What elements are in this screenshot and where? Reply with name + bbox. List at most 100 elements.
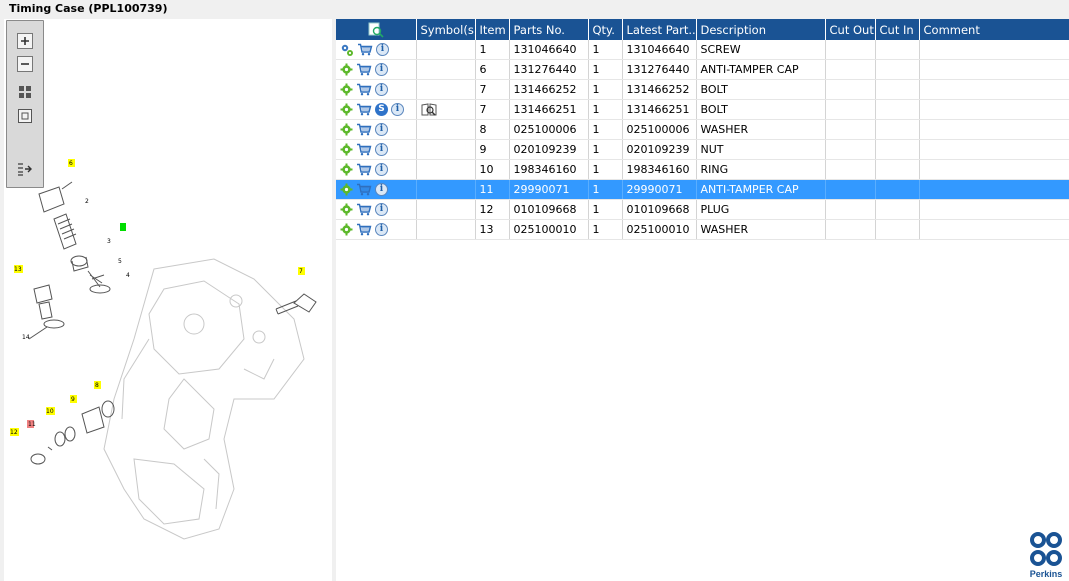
- column-header-latest-part[interactable]: Latest Part...: [622, 19, 697, 40]
- gear-icon[interactable]: [340, 203, 353, 216]
- actual-size-button[interactable]: [16, 107, 34, 125]
- latest-part-cell: 025100006: [622, 119, 697, 140]
- info-icon[interactable]: i: [376, 43, 389, 56]
- toggle-panel-button[interactable]: [16, 160, 34, 178]
- info-icon[interactable]: i: [375, 203, 388, 217]
- info-icon[interactable]: i: [391, 103, 404, 117]
- add-to-cart-icon[interactable]: [356, 143, 372, 156]
- table-row[interactable]: i 11 29990071 1 29990071 ANTI-TAMPER CAP: [336, 179, 1069, 200]
- fit-all-icon: [19, 86, 31, 98]
- gear-icon[interactable]: [340, 103, 353, 116]
- supersession-icon[interactable]: S: [375, 103, 388, 117]
- column-header-symbols[interactable]: Symbol(s): [416, 19, 476, 40]
- comment-cell: [919, 219, 1069, 240]
- parts-list-panel: Symbol(s) Item Parts No. Qty. Latest Par…: [336, 19, 1069, 581]
- item-cell: 12: [475, 199, 510, 220]
- zoom-out-button[interactable]: [16, 55, 34, 73]
- table-row[interactable]: i 13 025100010 1 025100010 WASHER: [336, 219, 1069, 240]
- gear-icon[interactable]: [340, 143, 353, 156]
- symbol-cell: [416, 79, 476, 100]
- info-icon[interactable]: i: [375, 63, 388, 77]
- part-number-cell: 131046640: [509, 40, 589, 60]
- cut-out-cell: [825, 119, 876, 140]
- part-number-cell: 020109239: [509, 139, 589, 160]
- column-header-qty[interactable]: Qty.: [588, 19, 623, 40]
- quantity-cell: 1: [588, 199, 623, 220]
- callout-label: 10: [46, 408, 54, 415]
- add-to-cart-icon[interactable]: [356, 123, 372, 136]
- comment-cell: [919, 139, 1069, 160]
- row-actions-cell: i: [336, 139, 417, 160]
- symbol-cell: [416, 119, 476, 140]
- brand-name: Perkins: [1029, 569, 1063, 579]
- latest-part-cell: 010109668: [622, 199, 697, 220]
- info-icon[interactable]: i: [375, 223, 388, 237]
- symbol-cell: [416, 59, 476, 80]
- callout-label: 9: [71, 396, 75, 403]
- callout-label: 14: [22, 334, 30, 341]
- quantity-cell: 1: [588, 40, 623, 60]
- column-header-cut-out[interactable]: Cut Out: [825, 19, 876, 40]
- add-to-cart-icon[interactable]: [356, 83, 372, 96]
- column-header-icons[interactable]: [336, 19, 417, 40]
- comment-cell: [919, 159, 1069, 180]
- item-cell: 7: [475, 79, 510, 100]
- part-number-cell: 131466252: [509, 79, 589, 100]
- table-row[interactable]: i 9 020109239 1 020109239 NUT: [336, 139, 1069, 160]
- row-actions-cell: i: [336, 159, 417, 180]
- gear-icon[interactable]: [340, 63, 353, 76]
- column-header-parts-no[interactable]: Parts No.: [509, 19, 589, 40]
- description-cell: NUT: [696, 139, 826, 160]
- table-row[interactable]: i 1 131046640 1 131046640 SCREW: [336, 40, 1069, 60]
- quantity-cell: 1: [588, 119, 623, 140]
- column-header-description[interactable]: Description: [696, 19, 826, 40]
- row-actions-cell: i: [336, 40, 417, 60]
- exploded-parts-diagram[interactable]: 6 2 3 5 4 13 14 7 8 9 10 11 12: [4, 19, 332, 581]
- row-actions-cell: Si: [336, 99, 417, 120]
- parts-catalog-symbol-icon[interactable]: [421, 103, 437, 116]
- add-to-cart-icon[interactable]: [356, 183, 372, 196]
- column-header-cut-in[interactable]: Cut In: [875, 19, 920, 40]
- gear-icon[interactable]: [340, 83, 353, 96]
- gear-icon[interactable]: [340, 163, 353, 176]
- zoom-in-icon: [17, 33, 33, 49]
- table-row[interactable]: i 8 025100006 1 025100006 WASHER: [336, 119, 1069, 140]
- add-to-cart-icon[interactable]: [356, 163, 372, 176]
- add-to-cart-icon[interactable]: [356, 203, 372, 216]
- table-row[interactable]: i 12 010109668 1 010109668 PLUG: [336, 199, 1069, 220]
- table-row[interactable]: i 10 198346160 1 198346160 RING: [336, 159, 1069, 180]
- add-to-cart-icon[interactable]: [356, 223, 372, 236]
- table-row[interactable]: i 7 131466252 1 131466252 BOLT: [336, 79, 1069, 100]
- quantity-cell: 1: [588, 99, 623, 120]
- info-icon[interactable]: i: [375, 123, 388, 137]
- info-icon[interactable]: i: [375, 163, 388, 177]
- add-to-cart-icon[interactable]: [357, 43, 373, 56]
- info-icon[interactable]: i: [375, 83, 388, 97]
- add-to-cart-icon[interactable]: [356, 63, 372, 76]
- description-cell: RING: [696, 159, 826, 180]
- callout-label: 11: [28, 421, 36, 428]
- comment-cell: [919, 119, 1069, 140]
- gear-icon[interactable]: [340, 123, 353, 136]
- latest-part-cell: 131046640: [622, 40, 697, 60]
- fit-all-button[interactable]: [16, 83, 34, 101]
- item-cell: 11: [475, 179, 510, 200]
- info-icon[interactable]: i: [375, 183, 388, 197]
- column-header-comment[interactable]: Comment: [919, 19, 1069, 40]
- column-header-item[interactable]: Item: [475, 19, 510, 40]
- part-number-cell: 131466251: [509, 99, 589, 120]
- gear-icon[interactable]: [340, 183, 353, 196]
- add-to-cart-icon[interactable]: [356, 103, 372, 116]
- table-row[interactable]: Si 7 131466251 1 131466251 BOLT: [336, 99, 1069, 120]
- diagram-panel[interactable]: 6 2 3 5 4 13 14 7 8 9 10 11 12: [4, 19, 332, 581]
- symbol-cell: [416, 139, 476, 160]
- info-icon[interactable]: i: [375, 143, 388, 157]
- table-row[interactable]: i 6 131276440 1 131276440 ANTI-TAMPER CAP: [336, 59, 1069, 80]
- gear-icon[interactable]: [340, 223, 353, 236]
- quantity-cell: 1: [588, 139, 623, 160]
- zoom-in-button[interactable]: [16, 32, 34, 50]
- cut-out-cell: [825, 219, 876, 240]
- assembly-gears-icon[interactable]: [340, 43, 354, 57]
- cut-in-cell: [875, 99, 920, 120]
- symbol-cell: [416, 40, 476, 60]
